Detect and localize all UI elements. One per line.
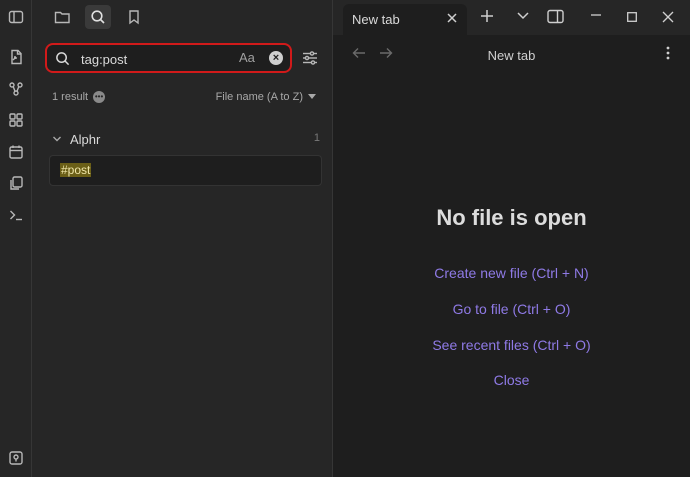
app-window: Aa × 1 result ••• File name (A to Z) Alp… xyxy=(0,0,690,477)
calendar-icon[interactable] xyxy=(6,142,26,162)
close-tab-icon[interactable] xyxy=(445,11,459,28)
tab-bar: New tab xyxy=(333,0,690,35)
search-icon xyxy=(55,51,70,69)
sidebar-toggle-icon[interactable] xyxy=(6,7,26,27)
clear-search-icon[interactable]: × xyxy=(269,51,283,65)
result-file-name[interactable]: Alphr xyxy=(70,132,100,147)
main-workspace: New tab New tab No file is open Create n… xyxy=(333,0,690,477)
files-tab-icon[interactable] xyxy=(49,5,75,29)
minimize-icon[interactable] xyxy=(591,14,601,16)
collapse-chevron-icon[interactable] xyxy=(52,134,62,144)
result-group-header[interactable]: Alphr 1 xyxy=(52,131,320,147)
bookmarks-tab-icon[interactable] xyxy=(121,5,147,29)
search-tab-icon[interactable] xyxy=(85,5,111,29)
open-quick-switcher-icon[interactable] xyxy=(6,47,26,67)
go-to-file-link[interactable]: Go to file (Ctrl + O) xyxy=(333,301,690,317)
sidebar-tab-header xyxy=(32,0,333,34)
canvas-icon[interactable] xyxy=(6,110,26,130)
match-highlight: #post xyxy=(60,163,92,177)
terminal-icon[interactable] xyxy=(6,205,26,225)
more-options-vertical-icon[interactable] xyxy=(666,46,670,63)
result-count: 1 result ••• xyxy=(52,91,106,103)
close-link[interactable]: Close xyxy=(333,372,690,388)
maximize-icon[interactable] xyxy=(627,12,637,22)
right-sidebar-toggle-icon[interactable] xyxy=(547,9,564,24)
left-sidebar: Aa × 1 result ••• File name (A to Z) Alp… xyxy=(32,0,333,477)
chevron-down-icon xyxy=(308,94,316,99)
close-window-icon[interactable] xyxy=(662,11,674,23)
tab-list-chevron-icon[interactable] xyxy=(517,12,529,20)
see-recent-files-link[interactable]: See recent files (Ctrl + O) xyxy=(333,337,690,353)
result-count-label: 1 result xyxy=(52,91,89,103)
match-case-button[interactable]: Aa xyxy=(239,50,255,65)
create-new-file-link[interactable]: Create new file (Ctrl + N) xyxy=(333,265,690,281)
search-input[interactable] xyxy=(81,49,221,69)
search-match-item[interactable]: #post xyxy=(49,155,322,186)
graph-view-icon[interactable] xyxy=(6,79,26,99)
view-header: New tab xyxy=(333,35,690,73)
new-tab-icon[interactable] xyxy=(480,9,494,23)
search-box: Aa × xyxy=(45,43,292,73)
view-title: New tab xyxy=(487,48,536,63)
empty-state-heading: No file is open xyxy=(436,205,587,230)
more-options-icon[interactable]: ••• xyxy=(93,91,106,103)
sort-dropdown[interactable]: File name (A to Z) xyxy=(216,91,316,103)
templates-icon[interactable] xyxy=(6,173,26,193)
left-ribbon xyxy=(0,0,32,477)
sort-label: File name (A to Z) xyxy=(215,91,303,103)
tab-new-tab[interactable]: New tab xyxy=(343,4,467,35)
empty-state: No file is open xyxy=(333,205,690,231)
tab-label: New tab xyxy=(352,12,400,27)
search-settings-icon[interactable] xyxy=(302,50,318,69)
result-match-count: 1 xyxy=(313,132,320,144)
vault-switcher-icon[interactable] xyxy=(6,448,26,468)
